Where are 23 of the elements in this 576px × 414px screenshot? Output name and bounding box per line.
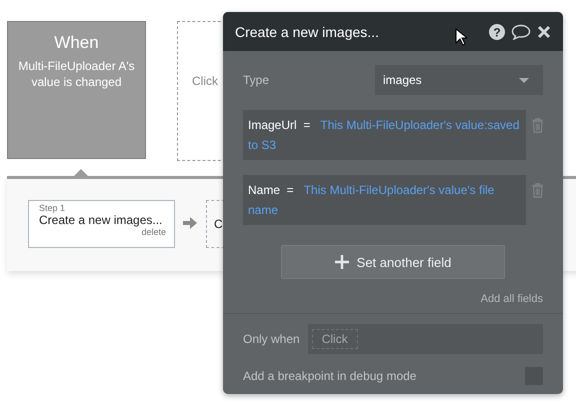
type-label: Type [243,73,270,87]
caret-icon [519,78,529,82]
field-assignment[interactable]: ImageUrl = This Multi-FileUploader's value:saved to S3 [243,110,526,160]
field-assignment[interactable]: Name = This Multi-FileUploader's value's file name [243,175,526,225]
step-card[interactable]: Step 1 Create a new images... delete [28,200,175,248]
step-number: Step 1 [39,203,66,213]
set-another-field-button[interactable]: Set another field [281,245,505,279]
help-icon[interactable]: ? [489,24,505,40]
comment-icon[interactable] [511,24,531,40]
only-when-label: Only when [243,332,300,346]
trash-icon[interactable] [532,183,543,198]
event-title: When [53,33,100,53]
breakpoint-label: Add a breakpoint in debug mode [243,369,416,383]
delete-link[interactable]: delete [39,227,166,237]
panel-title: Create a new images... [235,24,380,40]
close-icon[interactable] [537,24,551,38]
cursor-icon [455,28,467,46]
event-description: Multi-FileUploader A's value is changed [17,58,136,90]
type-dropdown[interactable]: images [375,65,543,95]
arrow-icon [183,217,197,229]
plus-icon [334,255,349,269]
step-title: Create a new images... [39,213,164,227]
trash-icon[interactable] [532,118,543,133]
